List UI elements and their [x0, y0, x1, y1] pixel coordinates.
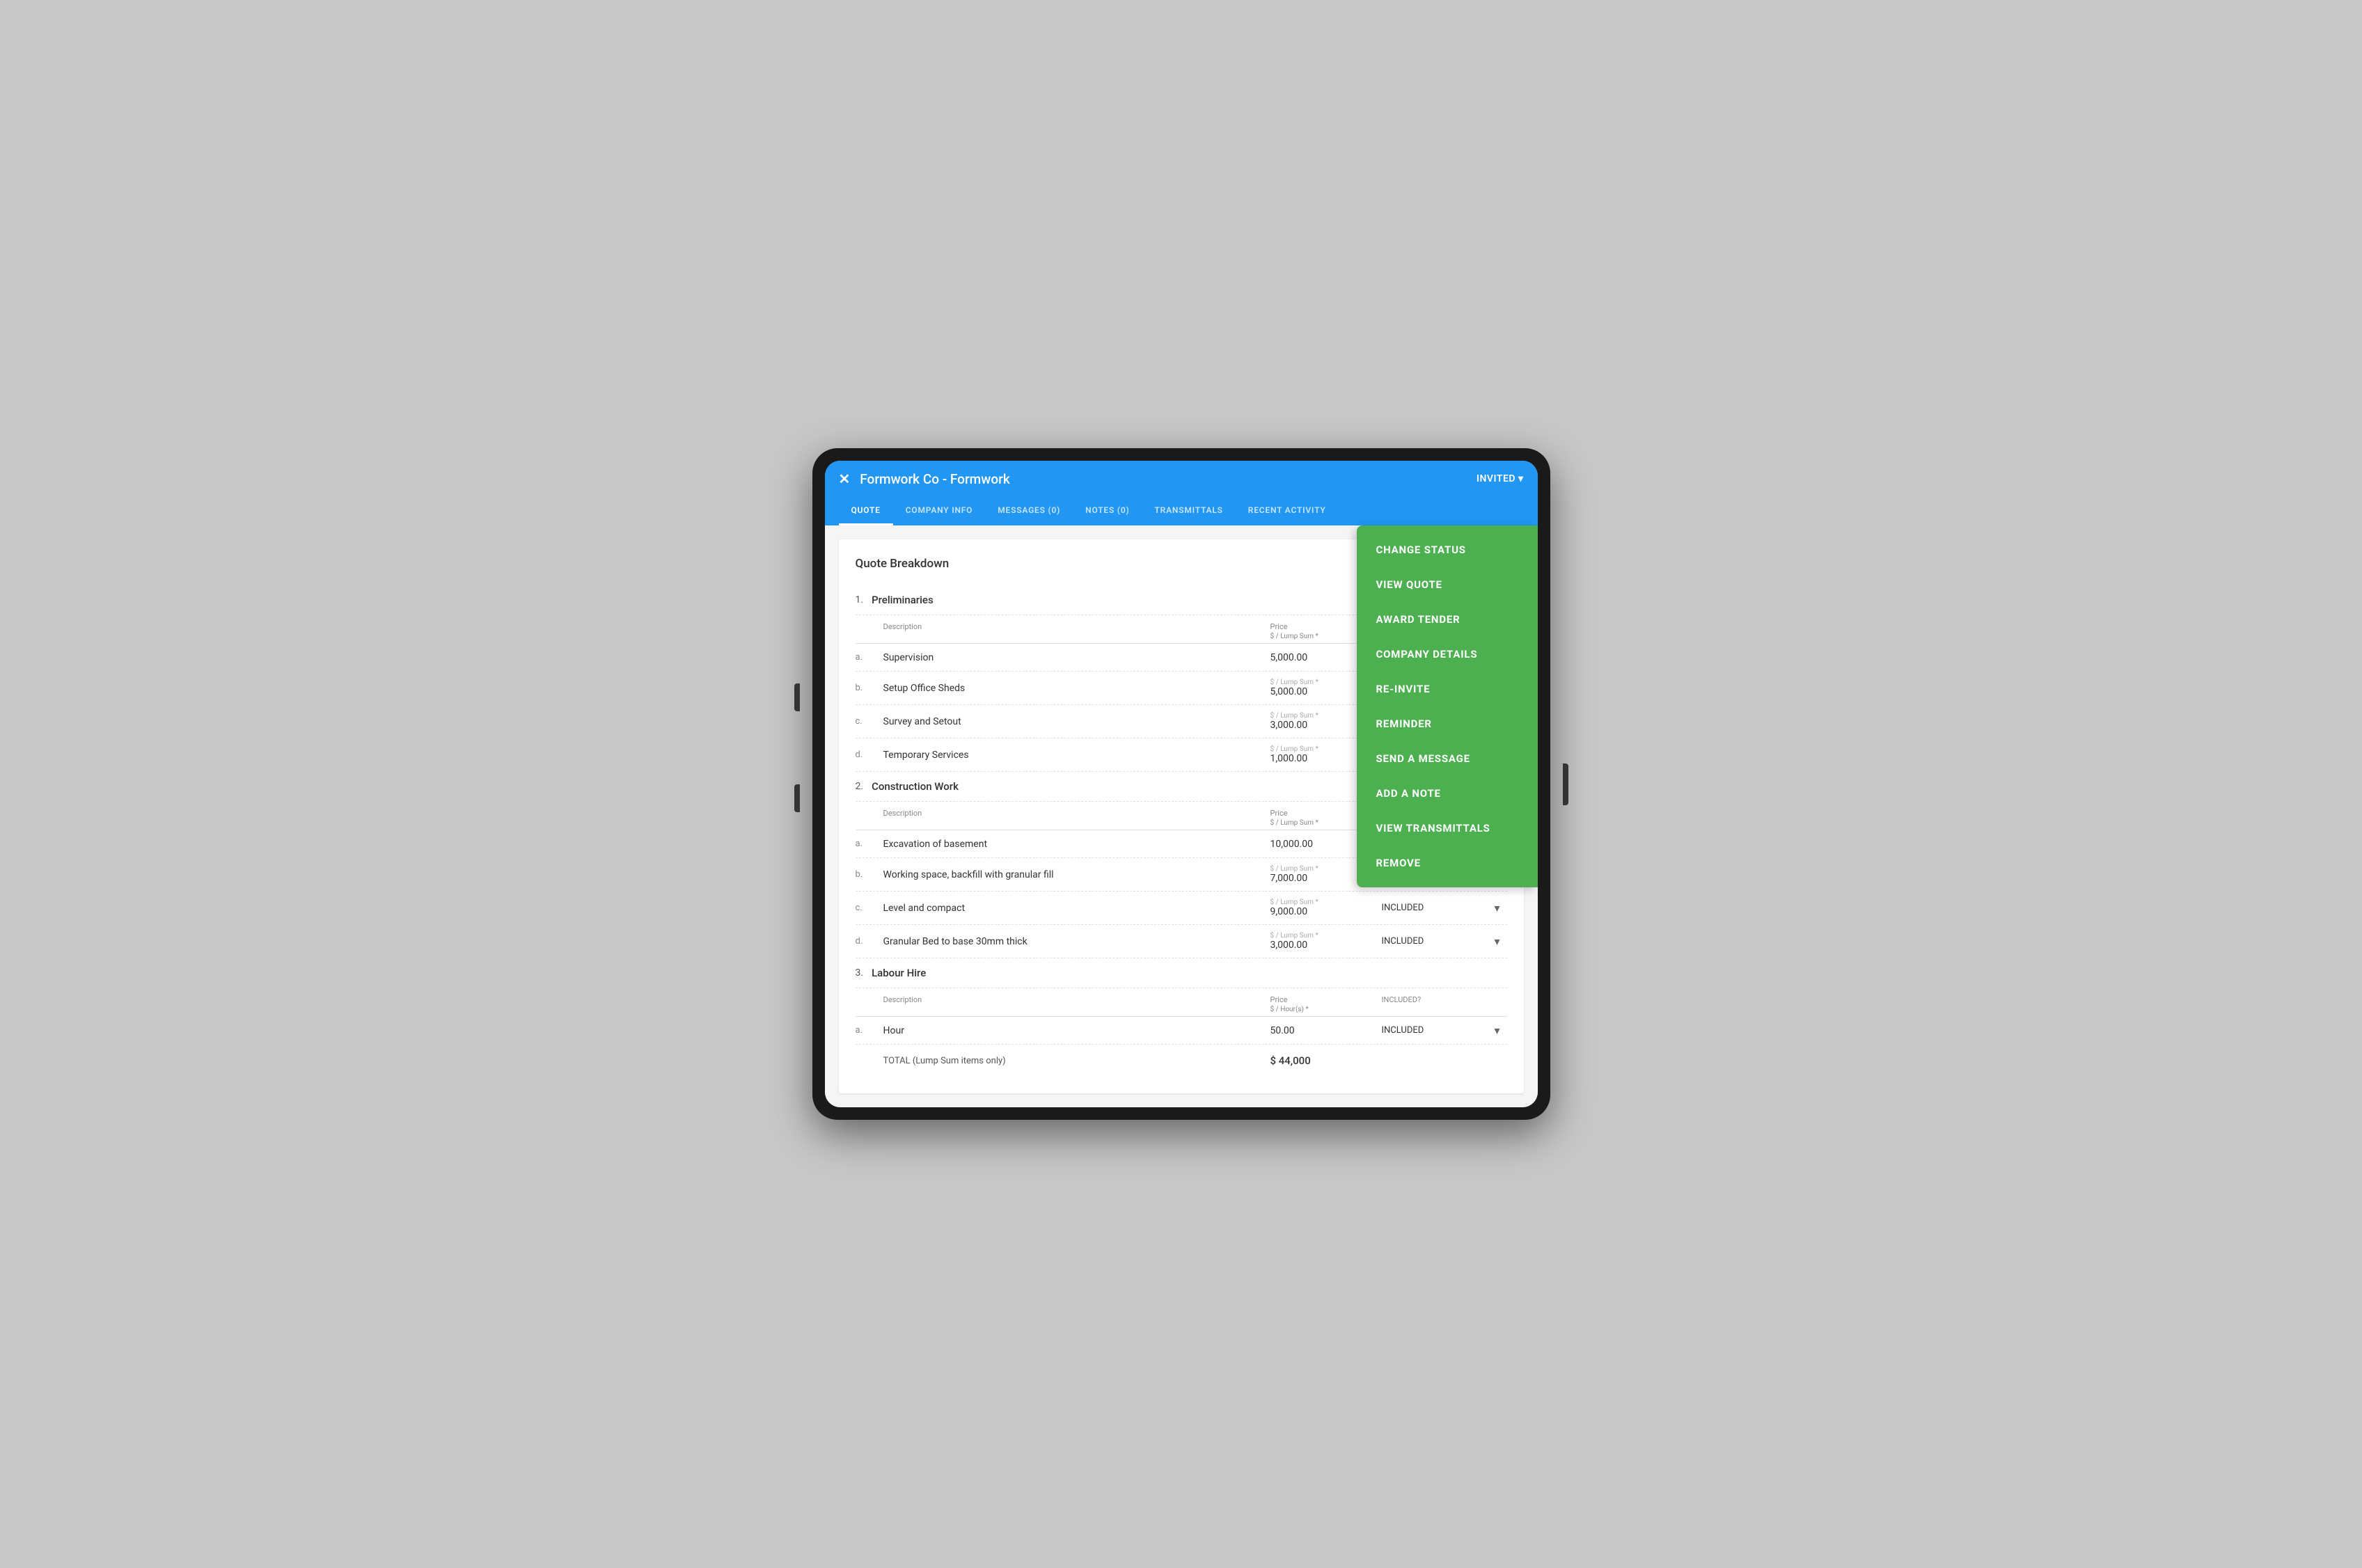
- section-1-name: Preliminaries: [872, 594, 934, 606]
- line-item-3a: a. Hour 50.00 INCLUDED ▾: [856, 1017, 1507, 1045]
- item-letter-1d: d.: [856, 750, 883, 760]
- item-desc-1b: Setup Office Sheds: [883, 683, 1270, 694]
- dropdown-arrow-2c[interactable]: ▾: [1494, 901, 1499, 914]
- item-desc-2d: Granular Bed to base 30mm thick: [883, 936, 1270, 947]
- item-included-3a: INCLUDED: [1382, 1025, 1424, 1036]
- header-left: ✕ Formwork Co - Formwork: [839, 470, 1010, 487]
- section-2-name: Construction Work: [872, 780, 959, 793]
- item-included-wrap-2c[interactable]: INCLUDED ▾: [1382, 901, 1507, 914]
- tablet-screen: ✕ Formwork Co - Formwork INVITED ▾ QUOTE…: [825, 461, 1538, 1107]
- item-price-2d: 3,000.00: [1270, 940, 1382, 951]
- context-menu-remove[interactable]: REMOVE: [1357, 846, 1538, 880]
- status-badge[interactable]: INVITED ▾: [1477, 473, 1524, 484]
- col-header-included-3: INCLUDED?: [1382, 995, 1507, 1013]
- line-item-2d: d. Granular Bed to base 30mm thick $ / L…: [856, 925, 1507, 958]
- context-menu-reminder[interactable]: REMINDER: [1357, 706, 1538, 741]
- item-price-wrap-2c: $ / Lump Sum * 9,000.00: [1270, 898, 1382, 917]
- item-price-wrap-2d: $ / Lump Sum * 3,000.00: [1270, 932, 1382, 951]
- section-3-name: Labour Hire: [872, 967, 926, 979]
- section-3-header: 3. Labour Hire: [856, 958, 1507, 988]
- item-desc-2a: Excavation of basement: [883, 839, 1270, 850]
- context-menu-add-note[interactable]: ADD A NOTE: [1357, 776, 1538, 811]
- item-included-2c: INCLUDED: [1382, 903, 1424, 913]
- section-3-col-headers: Description Price$ / Hour(s) * INCLUDED?: [856, 988, 1507, 1017]
- section-2-number: 2.: [856, 781, 864, 792]
- context-menu-award-tender[interactable]: AWARD TENDER: [1357, 602, 1538, 637]
- item-desc-2c: Level and compact: [883, 903, 1270, 914]
- tablet-frame: ✕ Formwork Co - Formwork INVITED ▾ QUOTE…: [812, 448, 1550, 1120]
- section-3-number: 3.: [856, 967, 864, 979]
- item-letter-2a: a.: [856, 839, 883, 849]
- item-letter-1a: a.: [856, 652, 883, 663]
- item-letter-2d: d.: [856, 936, 883, 947]
- context-menu-send-message[interactable]: SEND A MESSAGE: [1357, 741, 1538, 776]
- section-1-number: 1.: [856, 594, 864, 605]
- main-content: Quote Breakdown ⋮ 1. Preliminaries Descr…: [825, 525, 1538, 1107]
- item-price-label-2d: $ / Lump Sum *: [1270, 932, 1382, 940]
- col-header-desc-2: Description: [883, 809, 1270, 827]
- context-menu-re-invite[interactable]: RE-INVITE: [1357, 672, 1538, 706]
- item-desc-1d: Temporary Services: [883, 750, 1270, 761]
- item-desc-1c: Survey and Setout: [883, 716, 1270, 727]
- context-menu-view-transmittals[interactable]: VIEW TRANSMITTALS: [1357, 811, 1538, 846]
- close-button[interactable]: ✕: [839, 470, 851, 487]
- nav-tabs: QUOTE COMPANY INFO MESSAGES (0) NOTES (0…: [825, 497, 1538, 525]
- dropdown-arrow-3a[interactable]: ▾: [1494, 1024, 1499, 1037]
- item-price-label-2c: $ / Lump Sum *: [1270, 898, 1382, 906]
- item-price-3a: 50.00: [1270, 1025, 1382, 1036]
- item-desc-3a: Hour: [883, 1025, 1270, 1036]
- item-price-wrap-3a: 50.00: [1270, 1025, 1382, 1036]
- col-header-price-3: Price$ / Hour(s) *: [1270, 995, 1382, 1013]
- context-menu-company-details[interactable]: COMPANY DETAILS: [1357, 637, 1538, 672]
- power-button[interactable]: [1563, 763, 1568, 805]
- item-letter-1b: b.: [856, 683, 883, 693]
- total-value: $ 44,000: [1270, 1054, 1382, 1067]
- dropdown-arrow-2d[interactable]: ▾: [1494, 935, 1499, 948]
- total-label: TOTAL (Lump Sum items only): [883, 1056, 1270, 1066]
- status-arrow: ▾: [1518, 473, 1524, 484]
- col-header-desc-3: Description: [883, 995, 1270, 1013]
- tab-messages[interactable]: MESSAGES (0): [985, 497, 1073, 525]
- quote-title: Quote Breakdown: [856, 557, 950, 571]
- context-menu: CHANGE STATUS VIEW QUOTE AWARD TENDER CO…: [1357, 525, 1538, 887]
- item-included-wrap-3a[interactable]: INCLUDED ▾: [1382, 1024, 1507, 1037]
- item-desc-2b: Working space, backfill with granular fi…: [883, 869, 1270, 880]
- app-title: Formwork Co - Formwork: [860, 471, 1009, 487]
- app-header: ✕ Formwork Co - Formwork INVITED ▾: [825, 461, 1538, 497]
- status-label: INVITED: [1477, 473, 1515, 484]
- tab-company-info[interactable]: COMPANY INFO: [893, 497, 986, 525]
- tab-quote[interactable]: QUOTE: [839, 497, 893, 525]
- item-letter-1c: c.: [856, 716, 883, 727]
- tab-recent-activity[interactable]: RECENT ACTIVITY: [1236, 497, 1339, 525]
- item-included-wrap-2d[interactable]: INCLUDED ▾: [1382, 935, 1507, 948]
- item-desc-1a: Supervision: [883, 652, 1270, 663]
- item-letter-3a: a.: [856, 1025, 883, 1036]
- col-header-desc-1: Description: [883, 622, 1270, 640]
- context-menu-change-status[interactable]: CHANGE STATUS: [1357, 532, 1538, 567]
- item-letter-2c: c.: [856, 903, 883, 913]
- tab-notes[interactable]: NOTES (0): [1073, 497, 1142, 525]
- tab-transmittals[interactable]: TRANSMITTALS: [1142, 497, 1236, 525]
- total-row: TOTAL (Lump Sum items only) $ 44,000: [856, 1045, 1507, 1077]
- context-menu-view-quote[interactable]: VIEW QUOTE: [1357, 567, 1538, 602]
- item-included-2d: INCLUDED: [1382, 936, 1424, 947]
- volume-button-up[interactable]: [794, 683, 800, 711]
- volume-button-down[interactable]: [794, 784, 800, 812]
- item-price-2c: 9,000.00: [1270, 906, 1382, 917]
- line-item-2c: c. Level and compact $ / Lump Sum * 9,00…: [856, 892, 1507, 925]
- item-letter-2b: b.: [856, 869, 883, 880]
